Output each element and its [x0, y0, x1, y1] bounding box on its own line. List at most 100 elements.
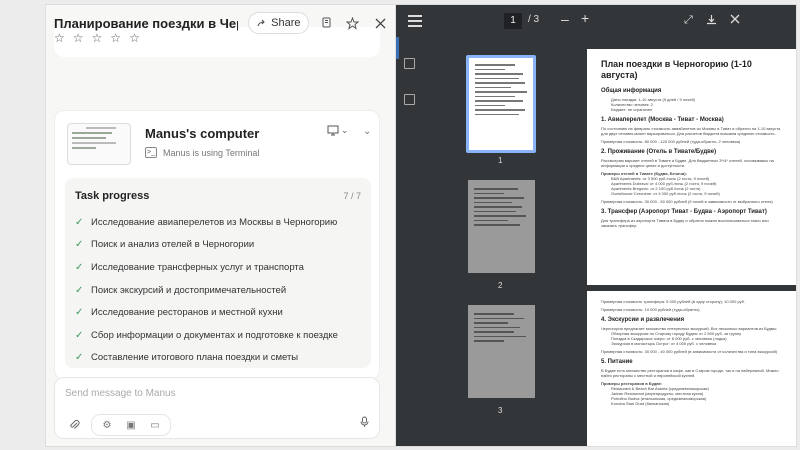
terminal-icon: >_ [145, 147, 157, 158]
task-item-label: Исследование авиаперелетов из Москвы в Ч… [91, 216, 338, 228]
attach-icon[interactable] [65, 416, 83, 434]
viewer-toolbar: 1 / 3 – + ⤢ [396, 5, 796, 37]
tools-icon[interactable]: ⚙ [98, 416, 116, 434]
doc-heading: 4. Экскурсии и развлечения [601, 317, 685, 323]
check-icon: ✓ [75, 352, 84, 364]
star-2-icon[interactable]: ☆ [73, 31, 84, 45]
doc-heading: Общая информация [601, 88, 662, 94]
chevron-down-icon: ⌄ [341, 125, 349, 135]
doc-bullet: Экскурсия в монастырь Острог: от 4 000 р… [611, 341, 717, 346]
viewer-sidebar-tabs [396, 37, 420, 446]
check-icon: ✓ [75, 239, 84, 251]
doc-bullet: Бюджет: не ограничен [611, 107, 653, 112]
share-label: Share [271, 17, 301, 29]
star-icon[interactable] [345, 15, 361, 31]
task-item: ✓ Исследование авиаперелетов из Москвы в … [75, 211, 338, 234]
check-icon: ✓ [75, 307, 84, 319]
zoom-out-icon[interactable]: – [561, 11, 569, 27]
task-item-label: Сбор информации о документах и подготовк… [91, 329, 338, 341]
star-1-icon[interactable]: ☆ [54, 31, 65, 45]
rating-stars: ☆ ☆ ☆ ☆ ☆ [54, 31, 140, 45]
doc-title: План поездки в Черногорию (1-10 августа) [601, 59, 752, 80]
task-item-label: Поиск и анализ отелей в Черногории [91, 239, 255, 251]
doc-paragraph: Примерная стоимость: 80 000 - 120 000 ру… [601, 139, 741, 144]
task-item: ✓ Составление итогового плана поездки и с… [75, 347, 338, 370]
close-viewer-icon[interactable] [730, 14, 740, 27]
task-title: Планирование поездки в Черногор... [54, 15, 238, 31]
app-frame: Планирование поездки в Черногор... Share… [46, 5, 796, 446]
microphone-icon[interactable] [360, 416, 369, 431]
doc-bullet: Guesthouse Ceronime: от 4 000 руб./ночь … [611, 191, 720, 196]
doc-paragraph: Примерная стоимость: 30 000 - 50 000 руб… [601, 199, 773, 204]
thumbnail-label-3: 3 [498, 406, 503, 415]
task-item-label: Исследование ресторанов и местной кухни [91, 307, 283, 319]
thumbnail-label-2: 2 [498, 281, 503, 290]
task-item: ✓ Сбор информации о документах и подготов… [75, 324, 338, 347]
terminal-preview[interactable] [67, 123, 131, 165]
computer-status: >_ Manus is using Terminal [145, 147, 259, 158]
doc-paragraph: Рассмотрим вариант отелей в Тивате и Буд… [601, 158, 774, 168]
check-icon: ✓ [75, 216, 84, 228]
document-page-2: Примерная стоимость трансфера: 5 000 руб… [587, 291, 796, 446]
thumbnail-page-2[interactable] [468, 180, 535, 273]
image-icon[interactable]: ▣ [122, 416, 140, 434]
download-icon[interactable] [706, 14, 717, 28]
doc-paragraph: Примерная стоимость трансфера: 5 000 руб… [601, 299, 746, 304]
close-icon[interactable] [372, 15, 388, 31]
message-composer: Send message to Manus ⚙ ▣ ▭ [54, 377, 380, 439]
doc-heading: 2. Проживание (Отель в Тивате/Будве) [601, 149, 717, 155]
computer-card: Manus's computer >_ Manus is using Termi… [54, 110, 380, 380]
task-item-label: Составление итогового плана поездки и см… [91, 352, 299, 364]
composer-toolbar: ⚙ ▣ ▭ [65, 414, 171, 436]
check-icon: ✓ [75, 329, 84, 341]
task-progress-title: Task progress [75, 190, 150, 202]
star-4-icon[interactable]: ☆ [110, 31, 121, 45]
star-3-icon[interactable]: ☆ [92, 31, 103, 45]
thumbnail-label-1: 1 [498, 156, 503, 165]
doc-paragraph: Примерная стоимость: 10 000 рублей (туда… [601, 307, 700, 312]
doc-heading: 1. Авиаперелет (Москва - Тиват - Москва) [601, 117, 724, 123]
doc-paragraph: В Будве есть множество ресторанов и кафе… [601, 368, 779, 378]
task-item-label: Поиск экскурсий и достопримечательностей [91, 284, 287, 296]
check-icon: ✓ [75, 284, 84, 296]
active-tab-indicator [396, 37, 399, 59]
pdf-viewer: 1 / 3 – + ⤢ 1 2 3 План поездки в Черного… [396, 5, 796, 446]
thumbnail-page-3[interactable] [468, 305, 535, 398]
computer-name: Manus's computer [145, 126, 260, 141]
menu-icon[interactable] [408, 15, 422, 30]
thumbnails-tab-icon[interactable] [404, 58, 415, 69]
task-item-label: Исследование трансферных услуг и транспо… [91, 261, 304, 273]
doc-paragraph: Примерная стоимость: 30 000 - 40 000 руб… [601, 349, 778, 354]
share-button[interactable]: Share [248, 12, 310, 34]
thumbnail-page-1[interactable] [466, 55, 536, 153]
check-icon: ✓ [75, 261, 84, 273]
collapse-chevron-icon[interactable]: ⌄ [363, 126, 371, 137]
monitor-icon [327, 125, 339, 136]
page-number-input[interactable]: 1 [504, 13, 522, 29]
task-item: ✓ Поиск и анализ отелей в Черногории [75, 234, 338, 257]
outline-tab-icon[interactable] [404, 94, 415, 105]
doc-heading: 3. Трансфер (Аэропорт Тиват - Будва - Аэ… [601, 209, 767, 215]
star-5-icon[interactable]: ☆ [129, 31, 140, 45]
task-item: ✓ Исследование трансферных услуг и трансп… [75, 256, 338, 279]
task-item: ✓ Исследование ресторанов и местной кухни [75, 301, 338, 324]
task-item: ✓ Поиск экскурсий и достопримечательносте… [75, 279, 338, 302]
fullscreen-icon[interactable]: ⤢ [684, 14, 693, 27]
doc-paragraph: По состоянию на февраль стоимость авиаби… [601, 126, 781, 136]
chat-pane: Планирование поездки в Черногор... Share… [46, 5, 396, 446]
page-total: / 3 [528, 14, 540, 25]
message-input[interactable]: Send message to Manus [65, 388, 176, 399]
document-page-1: План поездки в Черногорию (1-10 августа)… [587, 49, 796, 285]
tool-group: ⚙ ▣ ▭ [91, 414, 171, 436]
zoom-in-icon[interactable]: + [581, 10, 589, 26]
copy-icon[interactable] [319, 15, 335, 31]
doc-heading: 5. Питание [601, 359, 633, 365]
task-progress-panel: Task progress 7 / 7 ✓ Исследование авиапе… [65, 178, 371, 368]
doc-paragraph: Для трансфера из аэропорта Тивата в Будв… [601, 218, 769, 228]
share-icon [257, 19, 265, 27]
comment-icon[interactable]: ▭ [146, 416, 164, 434]
monitor-toggle[interactable]: ⌄ [327, 125, 349, 136]
computer-status-text: Manus is using Terminal [163, 147, 260, 158]
doc-bullet: Konoba Stari Grad (балканская) [611, 401, 670, 406]
task-progress-count: 7 / 7 [343, 191, 361, 201]
